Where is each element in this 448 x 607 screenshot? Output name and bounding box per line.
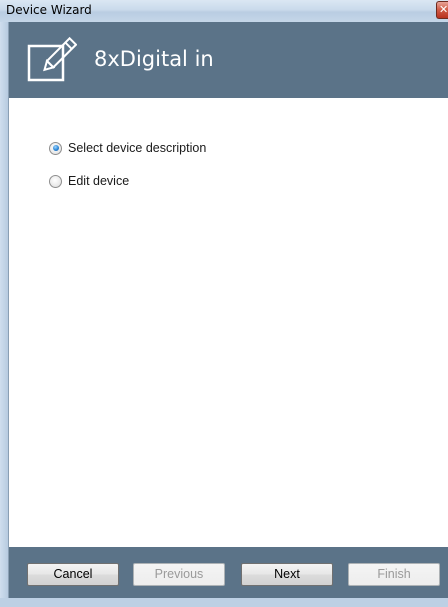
window-frame-left (0, 22, 8, 607)
close-icon: ✕ (439, 3, 448, 16)
cancel-button[interactable]: Cancel (27, 563, 119, 586)
wizard-content: 8xDigital in Select device description E… (8, 22, 448, 598)
device-wizard-window: Device Wizard ✕ 8xDigital in Select devi… (0, 0, 448, 607)
finish-button[interactable]: Finish (348, 563, 440, 586)
edit-icon (27, 36, 77, 82)
radio-select-device-description[interactable]: Select device description (49, 139, 206, 157)
option-label: Edit device (68, 174, 130, 188)
button-bar: Cancel Previous Next Finish (9, 547, 448, 598)
window-frame-bottom (0, 598, 448, 607)
page-title: 8xDigital in (94, 47, 214, 71)
window-title: Device Wizard (6, 3, 92, 17)
previous-button[interactable]: Previous (133, 563, 225, 586)
title-bar[interactable]: Device Wizard ✕ (0, 0, 448, 22)
next-button[interactable]: Next (241, 563, 333, 586)
radio-edit-device[interactable]: Edit device (49, 172, 129, 190)
close-button[interactable]: ✕ (436, 1, 448, 19)
header-banner: 8xDigital in (9, 22, 448, 98)
radio-button-selected[interactable] (49, 141, 62, 155)
option-label: Select device description (68, 141, 207, 155)
radio-button[interactable] (49, 174, 62, 188)
